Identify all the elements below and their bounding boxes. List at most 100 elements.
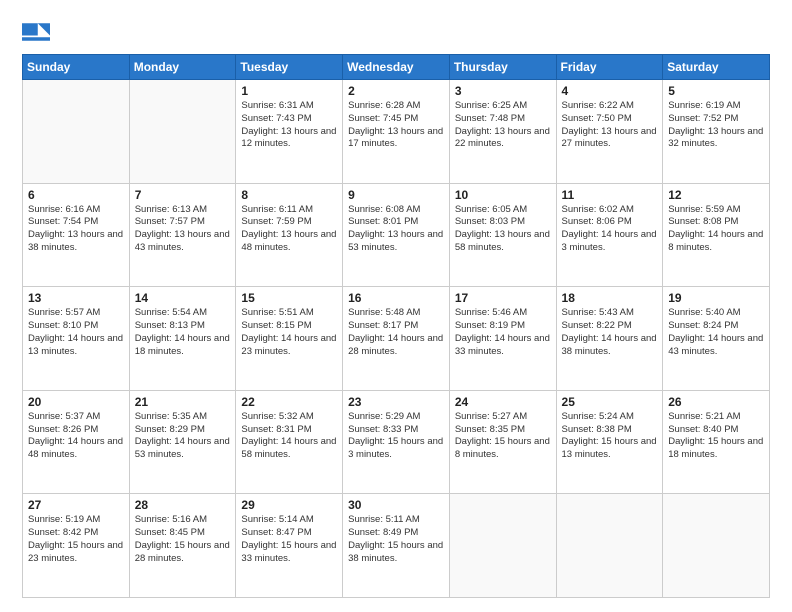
calendar-cell: 6 Sunrise: 6:16 AM Sunset: 7:54 PM Daylig… xyxy=(23,183,130,287)
day-header-saturday: Saturday xyxy=(663,55,770,80)
calendar-cell: 28 Sunrise: 5:16 AM Sunset: 8:45 PM Dayli… xyxy=(129,494,236,598)
day-number: 14 xyxy=(135,291,231,305)
calendar-cell: 2Sunrise: 6:28 AM Sunset: 7:45 PM Daylig… xyxy=(343,80,450,184)
day-info: Sunrise: 5:51 AM Sunset: 8:15 PM Dayligh… xyxy=(241,307,337,358)
day-info: Sunrise: 5:14 AM Sunset: 8:47 PM Dayligh… xyxy=(241,514,337,565)
day-info: Sunrise: 6:02 AM Sunset: 8:06 PM Dayligh… xyxy=(562,204,658,255)
calendar-table: SundayMondayTuesdayWednesdayThursdayFrid… xyxy=(22,54,770,598)
day-number: 22 xyxy=(241,395,337,409)
day-info: Sunrise: 5:43 AM Sunset: 8:22 PM Dayligh… xyxy=(562,307,658,358)
day-number: 30 xyxy=(348,498,444,512)
calendar-cell: 10 Sunrise: 6:05 AM Sunset: 8:03 PM Dayli… xyxy=(449,183,556,287)
day-info: Sunrise: 5:21 AM Sunset: 8:40 PM Dayligh… xyxy=(668,411,764,462)
day-number: 13 xyxy=(28,291,124,305)
calendar-cell xyxy=(556,494,663,598)
day-number: 23 xyxy=(348,395,444,409)
calendar-cell: 18 Sunrise: 5:43 AM Sunset: 8:22 PM Dayli… xyxy=(556,287,663,391)
day-info: Sunrise: 6:25 AM Sunset: 7:48 PM Dayligh… xyxy=(455,100,551,151)
calendar-cell: 3Sunrise: 6:25 AM Sunset: 7:48 PM Daylig… xyxy=(449,80,556,184)
day-info: Sunrise: 5:48 AM Sunset: 8:17 PM Dayligh… xyxy=(348,307,444,358)
day-info: Sunrise: 6:22 AM Sunset: 7:50 PM Dayligh… xyxy=(562,100,658,151)
calendar-cell: 1 Sunrise: 6:31 AM Sunset: 7:43 PM Daylig… xyxy=(236,80,343,184)
day-info: Sunrise: 5:19 AM Sunset: 8:42 PM Dayligh… xyxy=(28,514,124,565)
day-header-tuesday: Tuesday xyxy=(236,55,343,80)
day-info: Sunrise: 5:29 AM Sunset: 8:33 PM Dayligh… xyxy=(348,411,444,462)
day-number: 19 xyxy=(668,291,764,305)
week-row-4: 20 Sunrise: 5:37 AM Sunset: 8:26 PM Dayli… xyxy=(23,390,770,494)
page: SundayMondayTuesdayWednesdayThursdayFrid… xyxy=(0,0,792,612)
calendar-cell: 25 Sunrise: 5:24 AM Sunset: 8:38 PM Dayli… xyxy=(556,390,663,494)
calendar-cell: 19 Sunrise: 5:40 AM Sunset: 8:24 PM Dayli… xyxy=(663,287,770,391)
day-number: 27 xyxy=(28,498,124,512)
day-number: 17 xyxy=(455,291,551,305)
day-info: Sunrise: 6:31 AM Sunset: 7:43 PM Dayligh… xyxy=(241,100,337,151)
calendar-cell: 11 Sunrise: 6:02 AM Sunset: 8:06 PM Dayli… xyxy=(556,183,663,287)
day-number: 10 xyxy=(455,188,551,202)
day-number: 29 xyxy=(241,498,337,512)
header xyxy=(22,18,770,46)
day-info: Sunrise: 5:46 AM Sunset: 8:19 PM Dayligh… xyxy=(455,307,551,358)
calendar-cell: 26 Sunrise: 5:21 AM Sunset: 8:40 PM Dayli… xyxy=(663,390,770,494)
calendar-cell: 29 Sunrise: 5:14 AM Sunset: 8:47 PM Dayli… xyxy=(236,494,343,598)
calendar-cell: 17 Sunrise: 5:46 AM Sunset: 8:19 PM Dayli… xyxy=(449,287,556,391)
day-info: Sunrise: 5:35 AM Sunset: 8:29 PM Dayligh… xyxy=(135,411,231,462)
calendar-cell: 23 Sunrise: 5:29 AM Sunset: 8:33 PM Dayli… xyxy=(343,390,450,494)
calendar-cell xyxy=(663,494,770,598)
calendar-cell: 16 Sunrise: 5:48 AM Sunset: 8:17 PM Dayli… xyxy=(343,287,450,391)
day-header-sunday: Sunday xyxy=(23,55,130,80)
calendar-cell: 27 Sunrise: 5:19 AM Sunset: 8:42 PM Dayli… xyxy=(23,494,130,598)
day-info: Sunrise: 6:08 AM Sunset: 8:01 PM Dayligh… xyxy=(348,204,444,255)
week-row-2: 6 Sunrise: 6:16 AM Sunset: 7:54 PM Daylig… xyxy=(23,183,770,287)
calendar-cell: 22 Sunrise: 5:32 AM Sunset: 8:31 PM Dayli… xyxy=(236,390,343,494)
calendar-cell: 21 Sunrise: 5:35 AM Sunset: 8:29 PM Dayli… xyxy=(129,390,236,494)
day-number: 2 xyxy=(348,84,444,98)
day-number: 20 xyxy=(28,395,124,409)
day-header-friday: Friday xyxy=(556,55,663,80)
calendar-cell: 14 Sunrise: 5:54 AM Sunset: 8:13 PM Dayli… xyxy=(129,287,236,391)
day-info: Sunrise: 5:59 AM Sunset: 8:08 PM Dayligh… xyxy=(668,204,764,255)
day-number: 1 xyxy=(241,84,337,98)
day-info: Sunrise: 5:57 AM Sunset: 8:10 PM Dayligh… xyxy=(28,307,124,358)
calendar-cell xyxy=(449,494,556,598)
day-number: 21 xyxy=(135,395,231,409)
day-info: Sunrise: 5:24 AM Sunset: 8:38 PM Dayligh… xyxy=(562,411,658,462)
day-header-wednesday: Wednesday xyxy=(343,55,450,80)
day-number: 24 xyxy=(455,395,551,409)
week-row-3: 13 Sunrise: 5:57 AM Sunset: 8:10 PM Dayli… xyxy=(23,287,770,391)
day-header-thursday: Thursday xyxy=(449,55,556,80)
calendar-cell: 15Sunrise: 5:51 AM Sunset: 8:15 PM Dayli… xyxy=(236,287,343,391)
calendar-cell: 30 Sunrise: 5:11 AM Sunset: 8:49 PM Dayli… xyxy=(343,494,450,598)
week-row-5: 27 Sunrise: 5:19 AM Sunset: 8:42 PM Dayli… xyxy=(23,494,770,598)
day-info: Sunrise: 6:16 AM Sunset: 7:54 PM Dayligh… xyxy=(28,204,124,255)
day-number: 5 xyxy=(668,84,764,98)
day-number: 26 xyxy=(668,395,764,409)
logo xyxy=(22,18,54,46)
day-number: 16 xyxy=(348,291,444,305)
day-number: 11 xyxy=(562,188,658,202)
day-number: 6 xyxy=(28,188,124,202)
calendar-cell: 5 Sunrise: 6:19 AM Sunset: 7:52 PM Daylig… xyxy=(663,80,770,184)
day-info: Sunrise: 5:16 AM Sunset: 8:45 PM Dayligh… xyxy=(135,514,231,565)
day-info: Sunrise: 5:11 AM Sunset: 8:49 PM Dayligh… xyxy=(348,514,444,565)
calendar-cell: 9 Sunrise: 6:08 AM Sunset: 8:01 PM Daylig… xyxy=(343,183,450,287)
calendar-cell: 24 Sunrise: 5:27 AM Sunset: 8:35 PM Dayli… xyxy=(449,390,556,494)
day-number: 9 xyxy=(348,188,444,202)
day-headers: SundayMondayTuesdayWednesdayThursdayFrid… xyxy=(23,55,770,80)
day-number: 18 xyxy=(562,291,658,305)
day-info: Sunrise: 5:54 AM Sunset: 8:13 PM Dayligh… xyxy=(135,307,231,358)
day-info: Sunrise: 5:37 AM Sunset: 8:26 PM Dayligh… xyxy=(28,411,124,462)
day-number: 25 xyxy=(562,395,658,409)
day-info: Sunrise: 5:32 AM Sunset: 8:31 PM Dayligh… xyxy=(241,411,337,462)
logo-icon xyxy=(22,18,50,46)
calendar-cell: 13 Sunrise: 5:57 AM Sunset: 8:10 PM Dayli… xyxy=(23,287,130,391)
day-header-monday: Monday xyxy=(129,55,236,80)
day-number: 28 xyxy=(135,498,231,512)
day-info: Sunrise: 6:05 AM Sunset: 8:03 PM Dayligh… xyxy=(455,204,551,255)
day-info: Sunrise: 6:19 AM Sunset: 7:52 PM Dayligh… xyxy=(668,100,764,151)
day-number: 4 xyxy=(562,84,658,98)
day-number: 7 xyxy=(135,188,231,202)
calendar-cell: 8Sunrise: 6:11 AM Sunset: 7:59 PM Daylig… xyxy=(236,183,343,287)
week-row-1: 1 Sunrise: 6:31 AM Sunset: 7:43 PM Daylig… xyxy=(23,80,770,184)
day-info: Sunrise: 5:40 AM Sunset: 8:24 PM Dayligh… xyxy=(668,307,764,358)
day-info: Sunrise: 5:27 AM Sunset: 8:35 PM Dayligh… xyxy=(455,411,551,462)
